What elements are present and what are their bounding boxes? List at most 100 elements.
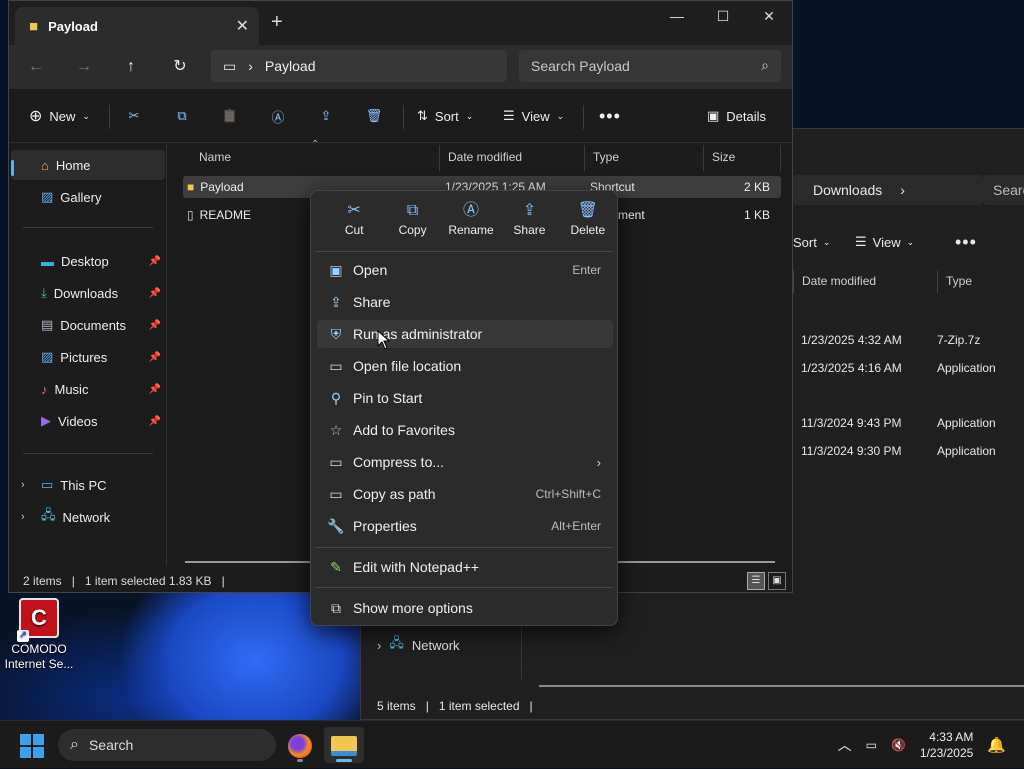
sort-button[interactable]: ⇅ Sort ⌄	[417, 103, 473, 129]
horizontal-scrollbar[interactable]	[539, 685, 1024, 687]
sidebar-item-network[interactable]: › 🖧 Network	[11, 502, 165, 532]
forward-button[interactable]: →	[69, 53, 99, 81]
table-row[interactable]: 11/3/2024 9:43 PM Application	[793, 416, 1024, 430]
start-button[interactable]	[20, 734, 44, 758]
breadcrumb-downloads[interactable]: Downloads	[813, 182, 882, 198]
pin-icon[interactable]: 📌	[149, 320, 161, 331]
pin-icon[interactable]: 📌	[149, 384, 161, 395]
pin-icon[interactable]: 📌	[149, 288, 161, 299]
table-row[interactable]: 1/23/2025 4:32 AM 7-Zip.7z	[793, 333, 1024, 347]
details-view-button[interactable]: ☰	[747, 572, 765, 590]
more-options-button[interactable]: •••	[599, 103, 621, 129]
address-bar[interactable]: ▭ › Payload	[211, 50, 507, 82]
menu-item-show-more-options[interactable]: ⧉ Show more options	[317, 594, 613, 622]
row-date: 11/3/2024 9:30 PM	[801, 444, 902, 458]
tiles-view-button[interactable]: ▣	[768, 572, 786, 590]
copy-action[interactable]: ⧉ Copy	[383, 199, 441, 251]
tab-payload[interactable]: ■ Payload ✕	[15, 7, 259, 45]
new-button[interactable]: ⊕ New ⌄	[29, 103, 90, 129]
column-name[interactable]: Name	[169, 145, 439, 171]
sidebar-item-home[interactable]: ⌂ Home	[11, 150, 165, 180]
sidebar-item-videos[interactable]: ▶ Videos 📌	[11, 406, 165, 436]
notification-bell-icon[interactable]: 🔔	[987, 736, 1006, 754]
up-button[interactable]: ↑	[116, 53, 146, 81]
menu-item-share[interactable]: ⇪ Share	[317, 288, 613, 316]
column-size[interactable]: Size	[703, 145, 781, 171]
desktop-icon-comodo[interactable]: C ↗ COMODO Internet Se...	[4, 596, 74, 672]
menu-item-open[interactable]: ▣ Open Enter	[317, 256, 613, 284]
sidebar-item-label: Gallery	[60, 189, 102, 205]
menu-item-compress-to[interactable]: ▭ Compress to... ›	[317, 448, 613, 476]
menu-item-run-as-administrator[interactable]: ⛨ Run as administrator	[317, 320, 613, 348]
chevron-right-icon[interactable]: ›	[21, 511, 25, 523]
menu-item-copy-as-path[interactable]: ▭ Copy as path Ctrl+Shift+C	[317, 480, 613, 508]
status-separator: |	[529, 699, 533, 713]
rename-button[interactable]: Ⓐ	[265, 103, 291, 129]
menu-item-open-file-location[interactable]: ▭ Open file location	[317, 352, 613, 380]
this-pc-icon[interactable]: ▭	[223, 58, 236, 75]
sidebar-item-this-pc[interactable]: › ▭ This PC	[11, 470, 165, 500]
chevron-right-icon[interactable]: ›	[377, 638, 381, 653]
network-status-icon[interactable]: ▭	[866, 738, 877, 752]
sidebar-item-downloads[interactable]: ⤓ Downloads 📌	[11, 278, 165, 308]
taskbar-file-explorer[interactable]	[324, 727, 364, 763]
more-options-button[interactable]: •••	[955, 232, 977, 253]
menu-item-pin-to-start[interactable]: ⚲ Pin to Start	[317, 384, 613, 412]
scissors-icon: ✂	[128, 108, 140, 123]
menu-item-edit-with-notepad[interactable]: ✎ Edit with Notepad++	[317, 553, 613, 581]
chevron-right-icon[interactable]: ›	[248, 58, 253, 74]
delete-button[interactable]: 🗑	[361, 103, 387, 129]
sidebar-item-documents[interactable]: ▤ Documents 📌	[11, 310, 165, 340]
maximize-button[interactable]: ☐	[700, 1, 746, 33]
cut-button[interactable]: ✂	[121, 103, 147, 129]
sidebar-item-pictures[interactable]: ▨ Pictures 📌	[11, 342, 165, 372]
sidebar-item-network[interactable]: › 🖧 Network	[377, 634, 460, 656]
search-input[interactable]: Searc	[983, 175, 1024, 205]
taskbar-search[interactable]: ⌕ Search	[58, 729, 276, 761]
table-row[interactable]: 1/23/2025 4:16 AM Application	[793, 361, 1024, 375]
search-input[interactable]: Search Payload ⌕	[519, 50, 781, 82]
back-button[interactable]: ←	[21, 53, 51, 81]
network-icon: 🖧	[389, 635, 404, 650]
delete-action[interactable]: 🗑 Delete	[559, 199, 617, 251]
pin-icon[interactable]: 📌	[149, 256, 161, 267]
copy-button[interactable]: ⧉	[169, 103, 195, 129]
column-date-modified[interactable]: Date modified	[793, 271, 937, 293]
sort-button[interactable]: Sort ⌄	[793, 235, 855, 250]
close-tab-icon[interactable]: ✕	[236, 16, 249, 36]
chevron-right-icon[interactable]: ›	[900, 182, 905, 198]
view-label: View	[872, 234, 901, 250]
chevron-right-icon[interactable]: ›	[21, 479, 25, 491]
chevron-up-icon[interactable]: ︿	[838, 735, 852, 755]
share-action[interactable]: ⇪ Share	[500, 199, 558, 251]
address-bar[interactable]: Downloads ›	[793, 175, 983, 205]
toolbar-divider	[109, 105, 110, 129]
view-button[interactable]: ☰ View ⌄	[503, 103, 564, 129]
sidebar-item-music[interactable]: ♪ Music 📌	[11, 374, 165, 404]
volume-muted-icon[interactable]: 🔇	[891, 738, 906, 752]
close-button[interactable]: ✕	[746, 1, 792, 33]
view-button[interactable]: ☰ View ⌄	[855, 234, 955, 250]
rename-action[interactable]: Ⓐ Rename	[442, 199, 500, 251]
share-button[interactable]: ⇪	[313, 103, 339, 129]
clock[interactable]: 4:33 AM 1/23/2025	[920, 729, 973, 761]
pin-icon[interactable]: 📌	[149, 416, 161, 427]
menu-item-properties[interactable]: 🔧 Properties Alt+Enter	[317, 512, 613, 540]
column-type[interactable]: Type	[584, 145, 703, 171]
details-button[interactable]: ▣ Details	[707, 103, 766, 129]
taskbar-firefox[interactable]	[280, 727, 320, 763]
menu-item-add-to-favorites[interactable]: ☆ Add to Favorites	[317, 416, 613, 444]
new-tab-button[interactable]: +	[271, 11, 283, 34]
pin-icon[interactable]: 📌	[149, 352, 161, 363]
refresh-button[interactable]: ↻	[165, 53, 195, 81]
cut-action[interactable]: ✂ Cut	[325, 199, 383, 251]
breadcrumb-payload[interactable]: Payload	[265, 58, 316, 74]
sidebar-item-gallery[interactable]: ▨ Gallery	[11, 182, 165, 212]
minimize-button[interactable]: —	[654, 1, 700, 33]
row-type: Application	[937, 416, 996, 430]
column-date-modified[interactable]: Date modified	[439, 145, 584, 171]
column-type[interactable]: Type	[937, 271, 1024, 293]
sidebar-item-desktop[interactable]: ▬ Desktop 📌	[11, 246, 165, 276]
table-row[interactable]: 11/3/2024 9:30 PM Application	[793, 444, 1024, 458]
paste-button[interactable]: 📋	[217, 103, 243, 129]
